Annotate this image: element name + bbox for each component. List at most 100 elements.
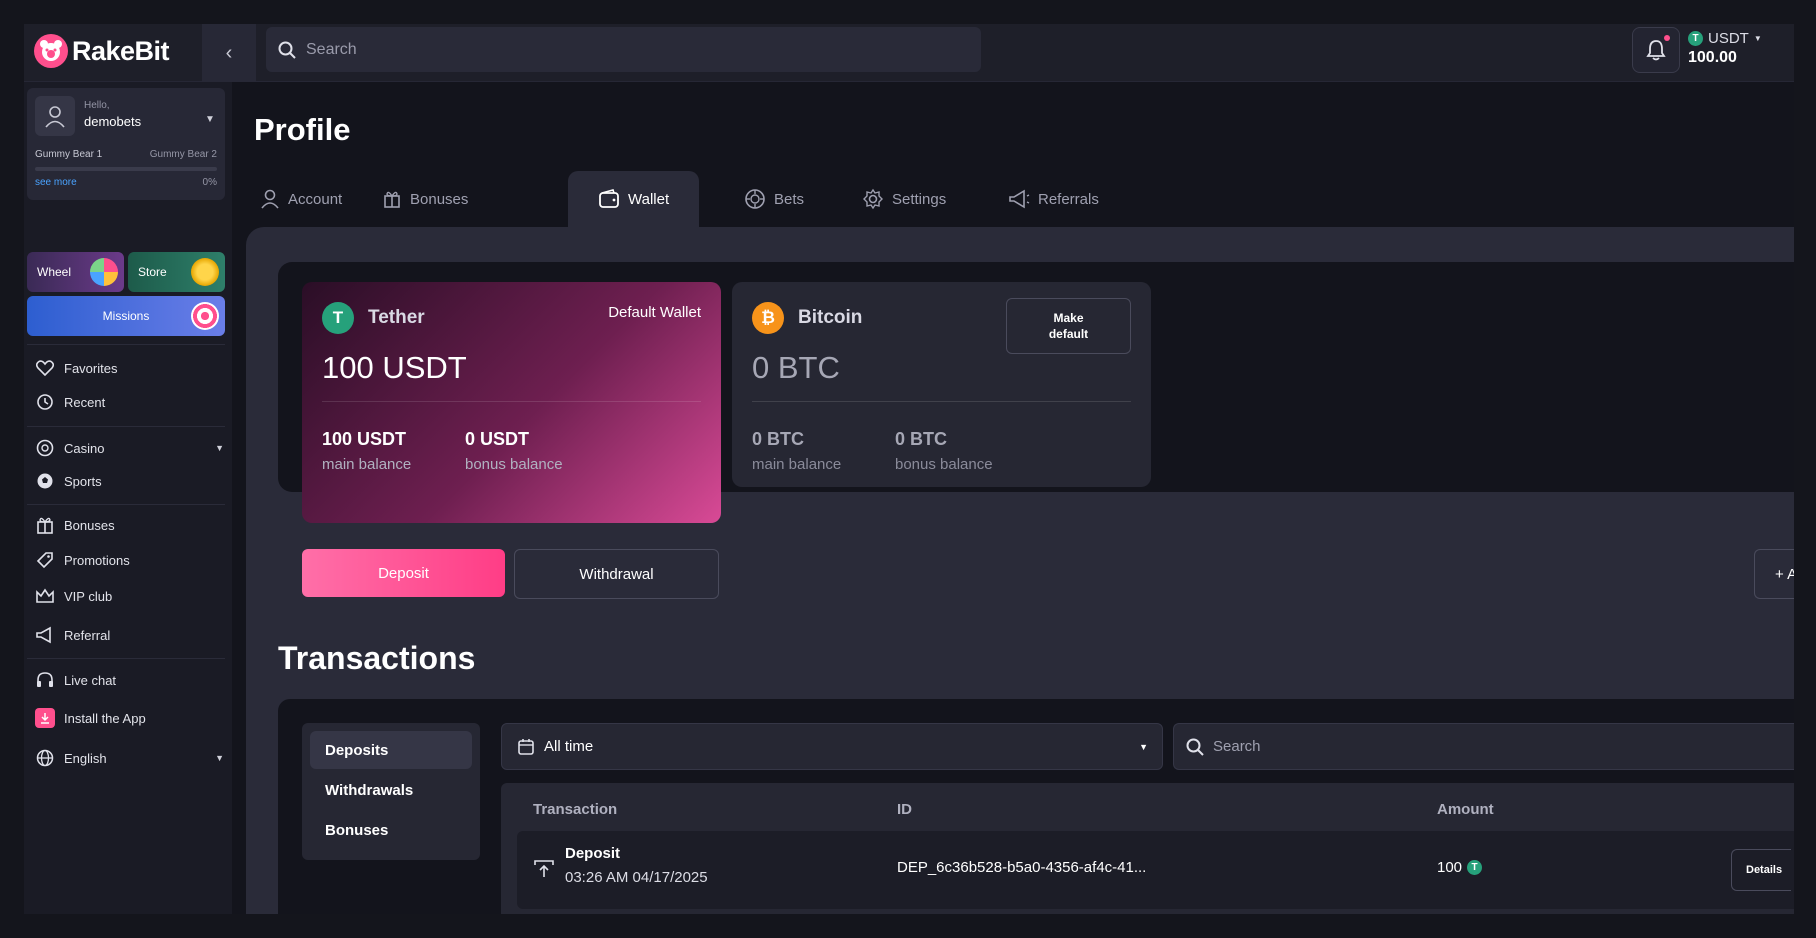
gift-icon (384, 191, 400, 208)
global-search-input[interactable]: Search (266, 27, 981, 72)
nav-casino[interactable]: Casino ▼ (34, 436, 224, 460)
deposit-button[interactable]: Deposit (302, 549, 505, 597)
casino-chip-icon (34, 437, 56, 459)
nav-referral[interactable]: Referral (34, 623, 224, 647)
column-header: ID (897, 801, 912, 818)
nav-bonuses[interactable]: Bonuses (34, 513, 224, 537)
tether-icon: T (1467, 860, 1483, 875)
nav-label: Recent (64, 394, 106, 410)
ticket-icon (34, 549, 56, 571)
bitcoin-wallet-card[interactable]: ₿ Bitcoin Make default 0 BTC 0 BTC main … (732, 282, 1151, 487)
wallets-container: T Tether Default Wallet 100 USDT 100 USD… (278, 262, 1794, 523)
nav-install-app[interactable]: Install the App (34, 706, 224, 730)
nav-live-chat[interactable]: Live chat (34, 668, 224, 692)
user-avatar-icon (45, 106, 65, 128)
chevron-down-icon: ▼ (1753, 34, 1762, 43)
currency-selector[interactable]: T USDT ▼ 100.00 (1688, 28, 1794, 75)
wheel-label: Wheel (37, 265, 72, 279)
store-promo[interactable]: Store (128, 252, 225, 292)
wallet-balance: 100 USDT (322, 350, 467, 385)
bonus-balance: 0 USDT bonus balance (465, 429, 563, 473)
column-header: Transaction (533, 801, 618, 818)
main-balance: 100 USDT main balance (322, 429, 411, 473)
nav-language[interactable]: English ▼ (34, 746, 224, 770)
tab-label: Bets (774, 190, 805, 208)
megaphone-icon (34, 624, 56, 646)
transactions-table: Transaction ID Amount Deposit 03:26 AM 0… (501, 783, 1794, 914)
search-icon (278, 41, 296, 59)
transaction-search-input[interactable]: Search (1173, 723, 1794, 770)
search-placeholder: Search (306, 40, 357, 58)
notification-dot (1664, 35, 1670, 41)
current-level: Gummy Bear 1 (35, 149, 103, 160)
tab-bonuses[interactable]: Bonuses (310, 811, 472, 849)
crown-icon (34, 585, 56, 607)
wheel-icon (90, 258, 118, 286)
chevron-left-icon: ‹ (225, 41, 233, 64)
tab-referrals[interactable]: Referrals (1008, 182, 1099, 216)
bonus-balance-value: 0 USDT (465, 429, 530, 449)
globe-icon (34, 747, 56, 769)
collapse-sidebar-button[interactable]: ‹ (202, 24, 256, 82)
main-balance-value: 0 BTC (752, 429, 805, 449)
details-button[interactable]: Details (1731, 849, 1791, 891)
nav-label: Live chat (64, 672, 117, 688)
bell-icon (1646, 40, 1666, 61)
transactions-title: Transactions (278, 640, 476, 676)
tab-account[interactable]: Account (260, 182, 342, 216)
soccer-ball-icon (34, 470, 56, 492)
chevron-down-icon[interactable]: ▼ (205, 114, 215, 125)
bonus-balance: 0 BTC bonus balance (895, 429, 993, 473)
divider (27, 426, 225, 427)
next-level: Gummy Bear 2 (149, 149, 217, 160)
make-default-button[interactable]: Make default (1006, 298, 1131, 354)
logo-text: RakeBit (72, 35, 170, 66)
nav-favorites[interactable]: Favorites (34, 356, 224, 380)
tab-wallet[interactable]: Wallet (568, 171, 700, 227)
target-icon (191, 302, 219, 330)
divider (752, 401, 1131, 402)
main-content: Profile Account Bonuses Wallet Bets Sett… (232, 82, 1794, 914)
tab-bonuses[interactable]: Bonuses (382, 182, 468, 216)
main-balance-value: 100 USDT (322, 429, 407, 449)
nav-sports[interactable]: Sports (34, 469, 224, 493)
transaction-id: DEP_6c36b528-b5a0-4356-af4c-41... (897, 859, 1147, 876)
tab-label: Referrals (1038, 190, 1099, 208)
main-balance: 0 BTC main balance (752, 429, 841, 473)
missions-label: Missions (102, 309, 150, 323)
chevron-down-icon: ▼ (215, 443, 224, 453)
missions-promo[interactable]: Missions (27, 296, 225, 336)
tab-label: Wallet (628, 190, 670, 208)
add-wallet-button[interactable]: + Add (1754, 549, 1794, 599)
coins-icon (191, 258, 219, 286)
bear-logo-icon (34, 34, 68, 68)
logo[interactable]: RakeBit (34, 34, 170, 68)
tab-label: Account (288, 190, 343, 208)
tab-withdrawals[interactable]: Withdrawals (310, 771, 472, 809)
withdrawal-button[interactable]: Withdrawal (514, 549, 719, 599)
nav-vip-club[interactable]: VIP club (34, 584, 224, 608)
tether-wallet-card[interactable]: T Tether Default Wallet 100 USDT 100 USD… (302, 282, 721, 523)
heart-icon (34, 357, 56, 379)
transactions-panel: Deposits Withdrawals Bonuses All time ▼ … (278, 699, 1794, 914)
level-progress-bar (35, 167, 217, 171)
tab-settings[interactable]: Settings (862, 182, 946, 216)
transaction-type: Deposit (565, 845, 621, 862)
divider (27, 504, 225, 505)
see-more-link[interactable]: see more (35, 177, 77, 188)
tab-deposits[interactable]: Deposits (310, 731, 472, 769)
nav-label: Bonuses (64, 517, 115, 533)
notifications-button[interactable] (1632, 27, 1680, 73)
wallet-balance: 0 BTC (752, 350, 840, 385)
tether-icon: T (322, 302, 354, 334)
currency-code: USDT (1708, 30, 1749, 47)
download-icon (35, 708, 55, 728)
nav-promotions[interactable]: Promotions (34, 548, 224, 572)
date-filter-select[interactable]: All time ▼ (501, 723, 1163, 770)
tab-bets[interactable]: Bets (744, 182, 804, 216)
top-header: RakeBit ‹ Search T USDT ▼ 100.00 (24, 24, 1794, 82)
user-card[interactable]: Hello, demobets ▼ Gummy Bear 1 Gummy Bea… (27, 88, 225, 200)
table-row[interactable]: Deposit 03:26 AM 04/17/2025 DEP_6c36b528… (517, 831, 1794, 909)
wheel-promo[interactable]: Wheel (27, 252, 124, 292)
nav-recent[interactable]: Recent (34, 390, 224, 414)
